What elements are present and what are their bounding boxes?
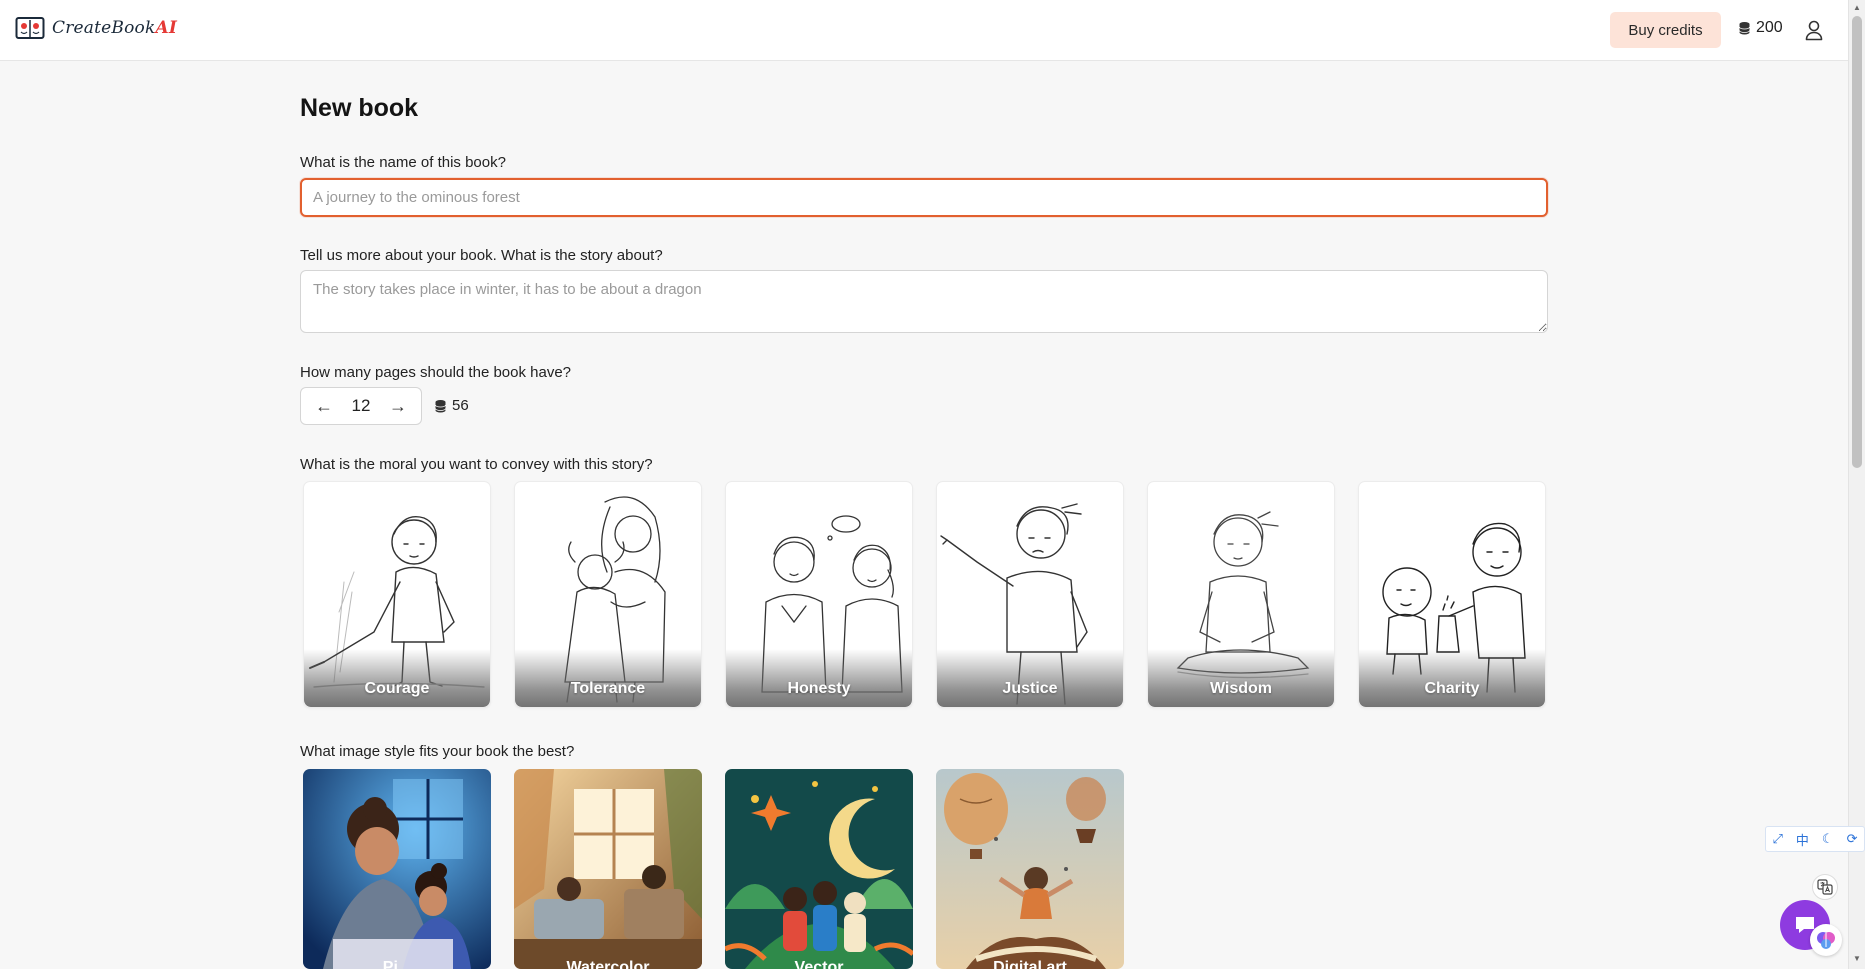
- book-name-input[interactable]: [300, 178, 1548, 217]
- style-4-illustration: [936, 769, 1124, 969]
- user-account-icon[interactable]: [1804, 19, 1824, 41]
- moral-card-honesty[interactable]: Honesty: [725, 481, 913, 708]
- arrow-left-icon[interactable]: ←: [315, 397, 333, 415]
- translate-glyph-icon: [1817, 879, 1833, 895]
- pages-cost-value: 56: [452, 397, 469, 414]
- style-card-digital-art[interactable]: Digital art: [936, 769, 1124, 969]
- credits-count: 200: [1756, 19, 1783, 36]
- style-card-label: Watercolor: [566, 959, 650, 969]
- card-shade: [1359, 649, 1545, 707]
- translate-icon[interactable]: [1812, 874, 1838, 900]
- moral-card-label: Charity: [1424, 680, 1480, 697]
- style-card-label: Digital art: [993, 959, 1067, 969]
- moral-card-justice[interactable]: Justice: [936, 481, 1124, 708]
- style-label: What image style fits your book the best…: [300, 743, 575, 760]
- card-shade: [515, 649, 701, 707]
- moral-card-tolerance[interactable]: Tolerance: [514, 481, 702, 708]
- moon-icon[interactable]: ☾: [1822, 831, 1834, 847]
- card-shade: [1148, 649, 1334, 707]
- story-textarea[interactable]: [300, 270, 1548, 333]
- style-card-label: Vector: [794, 959, 844, 969]
- coins-stack-icon: [435, 399, 446, 412]
- moral-card-label: Wisdom: [1209, 680, 1273, 697]
- book-logo-icon: [15, 17, 45, 39]
- style-card-vector[interactable]: Vector: [725, 769, 913, 969]
- buy-credits-button[interactable]: Buy credits: [1610, 12, 1721, 48]
- page-scrollbar[interactable]: ▲ ▼: [1848, 0, 1865, 969]
- style-card-label: Pi...: [382, 959, 412, 969]
- style-options: Pi... Watercolor Vector Digital art: [303, 769, 1124, 969]
- moral-options: Courage Tolerance Honesty Justice Wisdom…: [303, 481, 1546, 708]
- moral-card-wisdom[interactable]: Wisdom: [1147, 481, 1335, 708]
- pages-cost: 56: [434, 397, 469, 414]
- card-shade: [726, 649, 912, 707]
- moral-card-label: Courage: [364, 680, 430, 697]
- moral-card-label: Honesty: [787, 680, 851, 697]
- story-label: Tell us more about your book. What is th…: [300, 247, 663, 264]
- refresh-icon[interactable]: ⟳: [1847, 831, 1858, 847]
- floating-toolbar: ⤢ 中 ☾ ⟳: [1765, 826, 1865, 852]
- style-card-watercolor[interactable]: Watercolor: [514, 769, 702, 969]
- pages-stepper: ← 12 →: [300, 387, 422, 425]
- pages-count: 12: [351, 396, 371, 415]
- logo-accent: AI: [155, 18, 178, 38]
- page-title: New book: [300, 94, 419, 122]
- style-3-illustration: [725, 769, 913, 969]
- book-name-label: What is the name of this book?: [300, 154, 506, 171]
- style-card-pixar[interactable]: Pi...: [303, 769, 491, 969]
- moral-card-charity[interactable]: Charity: [1358, 481, 1546, 708]
- style-1-illustration: [303, 769, 491, 969]
- coins-stack-icon: [1739, 22, 1750, 35]
- expand-icon[interactable]: ⤢: [1773, 831, 1783, 847]
- logo[interactable]: CreateBookAI: [15, 16, 177, 40]
- credits-balance: 200: [1738, 19, 1783, 37]
- scrollbar-thumb[interactable]: [1852, 16, 1862, 468]
- card-shade: [937, 649, 1123, 707]
- chinese-toggle-icon[interactable]: 中: [1796, 830, 1809, 849]
- arrow-right-icon[interactable]: →: [389, 397, 407, 415]
- moral-card-label: Tolerance: [570, 680, 646, 697]
- scroll-up-arrow-icon[interactable]: ▲: [1853, 3, 1861, 12]
- logo-text: CreateBookAI: [52, 18, 178, 38]
- scroll-down-arrow-icon[interactable]: ▼: [1853, 954, 1861, 963]
- pages-label: How many pages should the book have?: [300, 364, 572, 381]
- top-navbar: CreateBookAI Buy credits 200: [0, 0, 1848, 61]
- card-shade: [304, 649, 490, 707]
- ai-assistant-icon[interactable]: [1810, 924, 1842, 956]
- moral-card-courage[interactable]: Courage: [303, 481, 491, 708]
- style-2-illustration: [514, 769, 702, 969]
- brain-icon: [1817, 932, 1835, 949]
- moral-label: What is the moral you want to convey wit…: [300, 456, 653, 473]
- moral-card-label: Justice: [1002, 680, 1058, 697]
